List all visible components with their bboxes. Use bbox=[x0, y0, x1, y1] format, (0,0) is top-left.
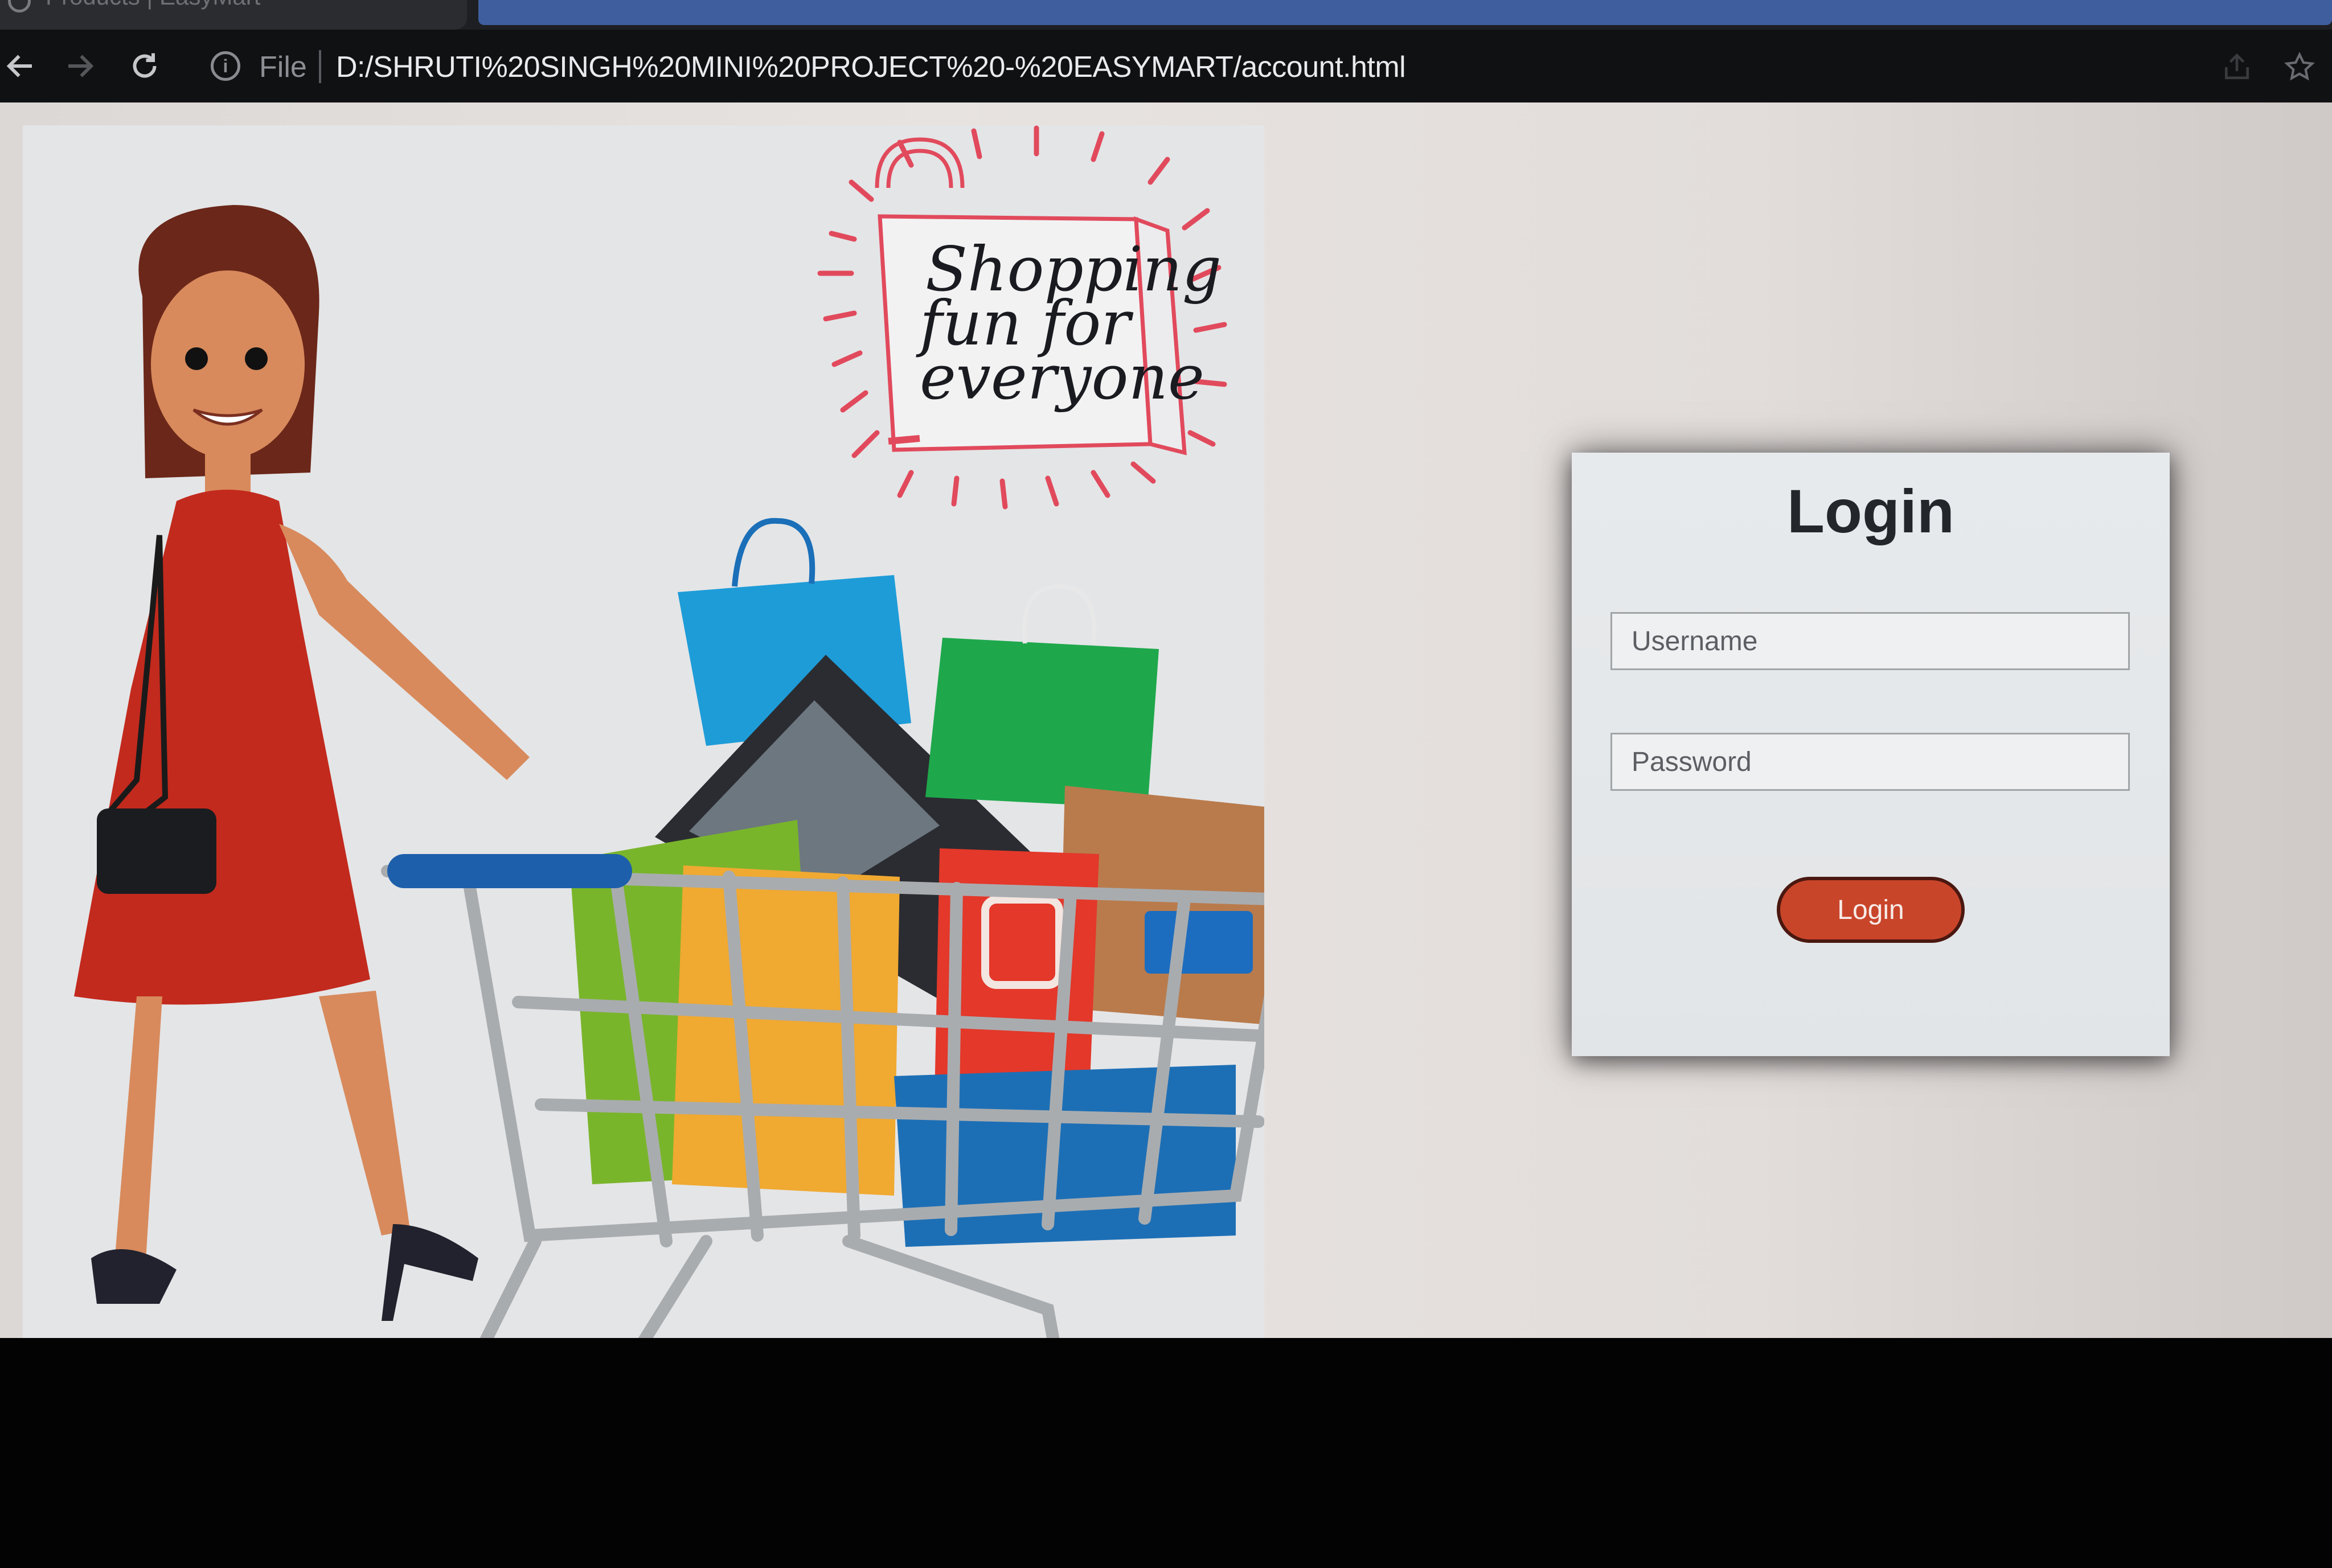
globe-icon bbox=[8, 0, 31, 13]
page-content: Shopping fun for everyone Login Username… bbox=[0, 102, 2332, 1441]
password-input[interactable] bbox=[1610, 733, 2130, 791]
url-separator bbox=[319, 50, 321, 83]
url-text[interactable]: D:/SHRUTI%20SINGH%20MINI%20PROJECT%20-%2… bbox=[336, 50, 1406, 84]
bookmark-star-icon[interactable] bbox=[2284, 51, 2315, 83]
forward-arrow-icon[interactable] bbox=[59, 46, 100, 87]
reload-icon[interactable] bbox=[124, 46, 165, 87]
back-arrow-icon[interactable] bbox=[0, 46, 41, 87]
woman-figure bbox=[74, 205, 530, 1321]
login-button[interactable]: Login bbox=[1777, 877, 1965, 943]
info-icon[interactable]: i bbox=[211, 51, 240, 81]
bag-text-line3: everyone bbox=[920, 342, 1204, 413]
tab-title: Products | EasyMart bbox=[46, 0, 260, 10]
share-icon[interactable] bbox=[2221, 51, 2253, 83]
tab-strip: Products | EasyMart bbox=[0, 0, 2332, 30]
browser-tab[interactable]: Products | EasyMart bbox=[0, 0, 467, 30]
browser-toolbar: i File D:/SHRUTI%20SINGH%20MINI%20PROJEC… bbox=[0, 30, 2332, 102]
tab-strip-highlight bbox=[478, 0, 2332, 25]
login-card: Login Login bbox=[1572, 453, 2170, 1056]
monitor-bezel bbox=[0, 1338, 2332, 1568]
file-label: File bbox=[259, 51, 307, 84]
shopping-woman-illustration: Shopping fun for everyone bbox=[74, 125, 1294, 1441]
cart-handle bbox=[387, 854, 632, 888]
login-title: Login bbox=[1787, 477, 1954, 545]
address-bar[interactable]: i File D:/SHRUTI%20SINGH%20MINI%20PROJEC… bbox=[199, 44, 2192, 88]
hero-illustration: Shopping fun for everyone bbox=[23, 125, 1294, 1441]
username-input[interactable] bbox=[1610, 612, 2130, 670]
